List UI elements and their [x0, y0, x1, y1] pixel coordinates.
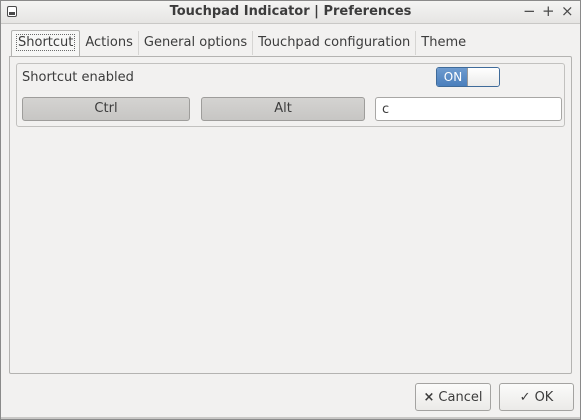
minimize-icon[interactable]: − — [523, 2, 536, 20]
ok-button-label: OK — [534, 389, 554, 405]
tab-touchpad-configuration[interactable]: Touchpad configuration — [253, 31, 417, 55]
switch-knob[interactable] — [467, 68, 499, 86]
tab-label: General options — [143, 35, 248, 50]
preferences-window: Touchpad Indicator | Preferences − + × S… — [0, 0, 581, 420]
cancel-icon: × — [423, 389, 435, 405]
shortcut-group: Shortcut enabled ON Ctrl Alt — [16, 63, 565, 127]
shortcut-enabled-label: Shortcut enabled — [22, 70, 134, 85]
tab-actions[interactable]: Actions — [80, 31, 139, 55]
switch-state-label: ON — [437, 68, 469, 86]
tab-label: Touchpad configuration — [258, 35, 411, 50]
shortcut-panel: Shortcut enabled ON Ctrl Alt — [9, 56, 572, 374]
tab-label: Actions — [85, 35, 133, 50]
maximize-icon[interactable]: + — [542, 2, 555, 20]
tab-label: Shortcut — [16, 34, 76, 51]
tab-general-options[interactable]: General options — [139, 31, 254, 55]
alt-toggle-button[interactable]: Alt — [201, 97, 365, 121]
window-title: Touchpad Indicator | Preferences — [169, 4, 412, 19]
ctrl-toggle-button[interactable]: Ctrl — [22, 97, 190, 121]
cancel-button[interactable]: × Cancel — [415, 383, 491, 411]
tab-theme[interactable]: Theme — [416, 31, 471, 55]
title-bar[interactable]: Touchpad Indicator | Preferences − + × — [1, 1, 580, 24]
checkmark-icon: ✓ — [519, 389, 531, 405]
window-bottom-edge — [1, 417, 580, 419]
shortcut-enabled-switch[interactable]: ON — [436, 67, 500, 87]
cancel-button-label: Cancel — [438, 389, 483, 405]
ok-button[interactable]: ✓ OK — [499, 383, 574, 411]
tab-label: Theme — [421, 35, 467, 50]
shortcut-key-input[interactable] — [375, 97, 562, 121]
tab-shortcut[interactable]: Shortcut — [11, 30, 81, 56]
close-icon[interactable]: × — [561, 2, 574, 20]
window-controls: − + × — [523, 2, 574, 20]
tab-bar: Shortcut Actions General options Touchpa… — [11, 30, 471, 56]
